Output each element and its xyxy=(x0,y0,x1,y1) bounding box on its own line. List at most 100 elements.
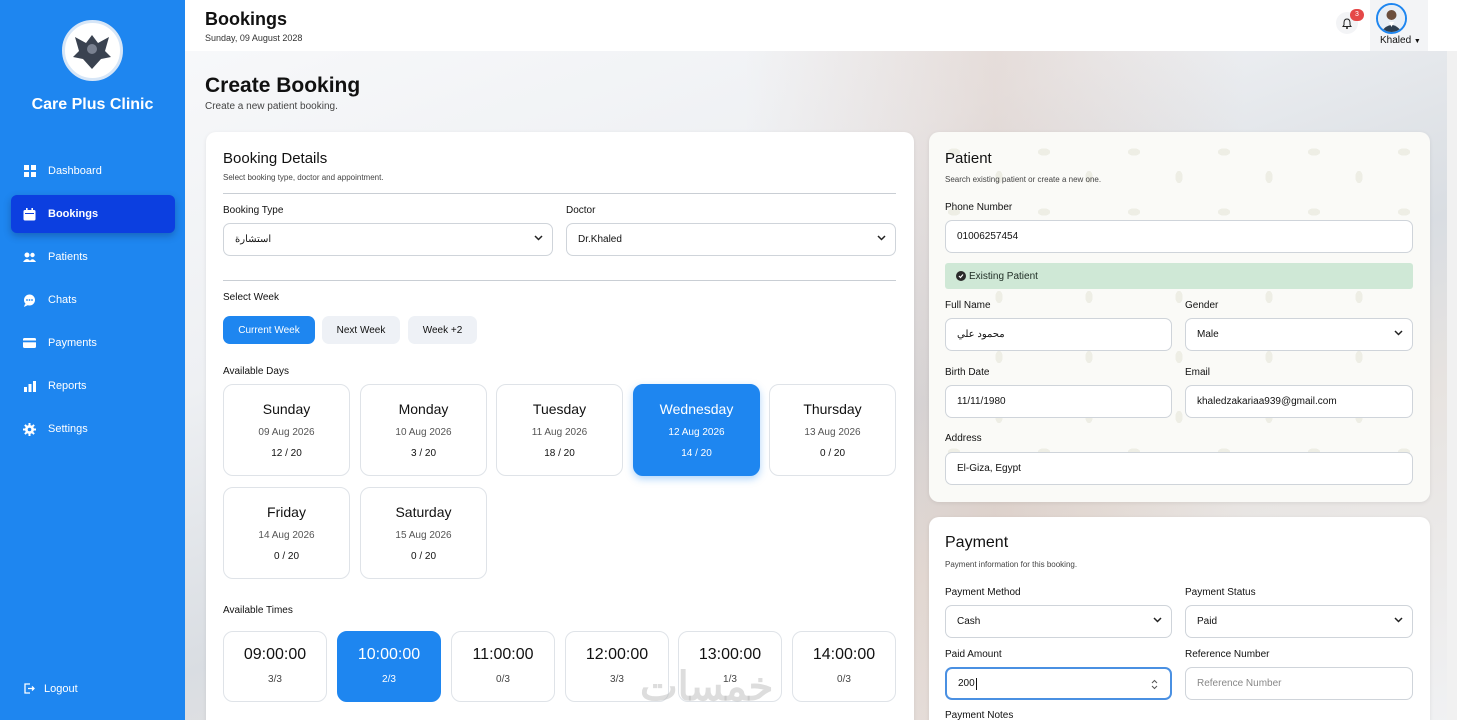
sidebar-item-dashboard[interactable]: Dashboard xyxy=(11,152,175,190)
create-booking-title: Create Booking xyxy=(205,74,361,97)
booking-type-label: Booking Type xyxy=(223,205,284,216)
gender-select[interactable]: Male xyxy=(1185,318,1413,351)
page-title: Bookings xyxy=(205,9,288,29)
caret-down-icon: ▼ xyxy=(1413,38,1421,45)
day-date: 14 Aug 2026 xyxy=(258,530,315,541)
time-slot-capacity: 0/3 xyxy=(837,674,851,685)
birth-date-label: Birth Date xyxy=(945,367,990,378)
chevron-down-icon xyxy=(1153,617,1162,623)
time-slot[interactable]: 09:00:00 3/3 xyxy=(223,631,327,702)
day-name: Monday xyxy=(398,401,449,417)
booking-details-title: Booking Details xyxy=(223,150,328,167)
sidebar: Care Plus Clinic Dashboard Bookings Pati… xyxy=(0,0,185,720)
day-card-monday[interactable]: Monday 10 Aug 2026 3 / 20 xyxy=(360,384,487,476)
scrollbar[interactable] xyxy=(1447,51,1457,720)
booking-details-subtitle: Select booking type, doctor and appointm… xyxy=(223,173,384,182)
day-card-thursday[interactable]: Thursday 13 Aug 2026 0 / 20 xyxy=(769,384,896,476)
time-slot[interactable]: 10:00:00 2/3 xyxy=(337,631,441,702)
time-slot-value: 09:00:00 xyxy=(243,646,307,663)
current-week-button[interactable]: Current Week xyxy=(223,316,315,344)
day-booked-count: 12 / 20 xyxy=(271,448,302,459)
reference-number-input[interactable]: Reference Number xyxy=(1185,667,1413,700)
text-cursor xyxy=(975,677,977,690)
chevron-down-icon xyxy=(877,235,886,241)
available-times-label: Available Times xyxy=(223,605,293,616)
day-name: Friday xyxy=(267,504,306,520)
day-booked-count: 3 / 20 xyxy=(410,448,437,459)
calendar-icon xyxy=(23,207,36,221)
payment-notes-label: Payment Notes xyxy=(945,710,1014,720)
day-card-sunday[interactable]: Sunday 09 Aug 2026 12 / 20 xyxy=(223,384,350,476)
time-slot-capacity: 3/3 xyxy=(268,674,282,685)
stepper-icon[interactable] xyxy=(1151,679,1158,690)
time-slot-value: 12:00:00 xyxy=(585,646,649,663)
day-name: Thursday xyxy=(803,401,862,417)
day-name: Sunday xyxy=(262,401,311,417)
chevron-down-icon xyxy=(534,235,543,241)
day-card-saturday[interactable]: Saturday 15 Aug 2026 0 / 20 xyxy=(360,487,487,579)
bell-icon xyxy=(1342,17,1352,29)
day-name: Tuesday xyxy=(532,401,587,417)
phone-input[interactable]: 01006257454 xyxy=(945,220,1413,253)
time-slot[interactable]: 11:00:00 0/3 xyxy=(451,631,555,702)
logout-label: Logout xyxy=(44,682,78,695)
sidebar-item-label: Dashboard xyxy=(48,165,102,177)
sidebar-item-patients[interactable]: Patients xyxy=(11,238,175,276)
day-card-friday[interactable]: Friday 14 Aug 2026 0 / 20 xyxy=(223,487,350,579)
time-slot-capacity: 0/3 xyxy=(496,674,510,685)
top-bar: Bookings Sunday, 09 August 2028 3 Khaled… xyxy=(185,0,1457,51)
watermark-logo: خمسات xyxy=(640,665,774,709)
sidebar-item-label: Payments xyxy=(48,337,97,349)
day-booked-count: 0 / 20 xyxy=(410,551,437,562)
day-date: 15 Aug 2026 xyxy=(395,530,452,541)
patient-subtitle: Search existing patient or create a new … xyxy=(945,175,1102,184)
sidebar-item-label: Chats xyxy=(48,294,77,306)
day-card-wednesday[interactable]: Wednesday 12 Aug 2026 14 / 20 xyxy=(633,384,760,476)
day-name: Saturday xyxy=(395,504,452,520)
day-booked-count: 18 / 20 xyxy=(544,448,575,459)
day-booked-count: 0 / 20 xyxy=(819,448,846,459)
time-slot[interactable]: 14:00:00 0/3 xyxy=(792,631,896,702)
sidebar-item-chats[interactable]: Chats xyxy=(11,281,175,319)
doctor-label: Doctor xyxy=(566,205,596,216)
booking-type-select[interactable]: استشارة xyxy=(223,223,553,256)
payment-status-label: Payment Status xyxy=(1185,587,1256,598)
paid-amount-input[interactable]: 200 xyxy=(945,667,1172,700)
time-slot-value: 14:00:00 xyxy=(812,646,876,663)
payment-subtitle: Payment information for this booking. xyxy=(945,560,1078,569)
sidebar-item-label: Patients xyxy=(48,251,88,263)
address-input[interactable]: El-Giza, Egypt xyxy=(945,452,1413,485)
next-week-button[interactable]: Next Week xyxy=(322,316,400,344)
sidebar-item-bookings[interactable]: Bookings xyxy=(11,195,175,233)
full-name-label: Full Name xyxy=(945,300,991,311)
email-input[interactable]: khaledzakariaa939@gmail.com xyxy=(1185,385,1413,418)
week-plus-two-button[interactable]: Week +2 xyxy=(408,316,477,344)
gender-label: Gender xyxy=(1185,300,1219,311)
day-date: 09 Aug 2026 xyxy=(258,427,315,438)
full-name-input[interactable]: محمود علي xyxy=(945,318,1172,351)
doctor-select[interactable]: Dr.Khaled xyxy=(566,223,896,256)
day-booked-count: 0 / 20 xyxy=(273,551,300,562)
sidebar-item-payments[interactable]: Payments xyxy=(11,324,175,362)
select-week-label: Select Week xyxy=(223,292,279,303)
sidebar-item-reports[interactable]: Reports xyxy=(11,367,175,405)
birth-date-input[interactable]: 11/11/1980 xyxy=(945,385,1172,418)
user-menu[interactable]: Khaled ▼ xyxy=(1370,0,1428,51)
sidebar-item-settings[interactable]: Settings xyxy=(11,410,175,448)
logout-icon xyxy=(23,682,36,695)
chat-icon xyxy=(23,294,36,307)
phone-label: Phone Number xyxy=(945,202,1013,213)
day-card-tuesday[interactable]: Tuesday 11 Aug 2026 18 / 20 xyxy=(496,384,623,476)
logout-button[interactable]: Logout xyxy=(23,682,78,695)
payment-method-select[interactable]: Cash xyxy=(945,605,1172,638)
divider xyxy=(223,193,896,194)
sidebar-item-label: Reports xyxy=(48,380,87,392)
create-booking-subtitle: Create a new patient booking. xyxy=(205,101,338,112)
payment-status-select[interactable]: Paid xyxy=(1185,605,1413,638)
payment-method-label: Payment Method xyxy=(945,587,1021,598)
sidebar-item-label: Settings xyxy=(48,423,88,435)
existing-patient-status: Existing Patient xyxy=(945,263,1413,289)
clinic-name: Care Plus Clinic xyxy=(31,96,154,113)
paid-amount-label: Paid Amount xyxy=(945,649,1002,660)
address-label: Address xyxy=(945,433,982,444)
